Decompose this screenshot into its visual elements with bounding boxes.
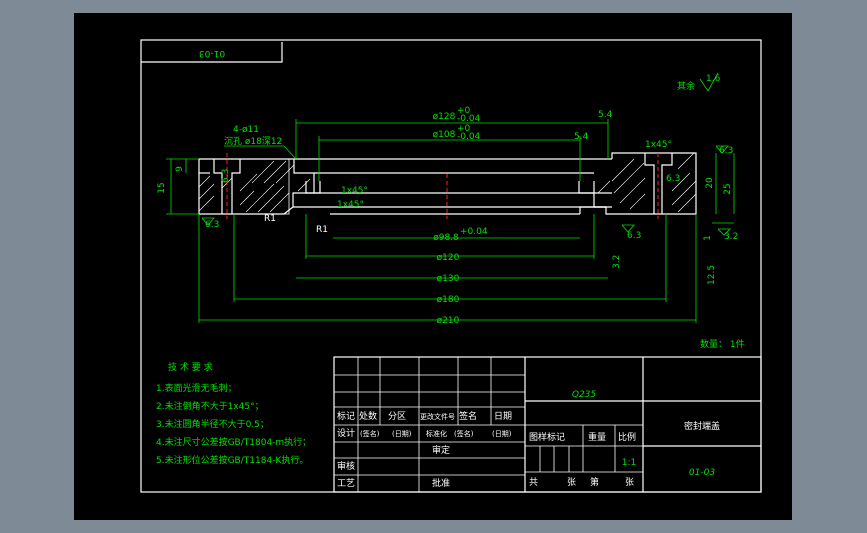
part-section [198,152,697,219]
tb-label-zhuguan: 审定 [432,444,450,456]
tb-label-biaozhunhua: 标准化 [426,429,447,438]
notes-heading: 技 术 要 求 [168,361,213,373]
dim-chamfer-b: 1x45° [337,200,364,210]
note-4: 4.未注尺寸公差按GB/T1804-m执行； [156,436,311,448]
note-2: 2.未注倒角不大于1x45°； [156,400,264,412]
tb-label-shenhe: 审核 [337,460,355,472]
dim-w54a: 5.4 [598,110,613,120]
tb-label-qianming3: (签名) [454,429,474,438]
tb-label-riqi: 日期 [494,411,512,422]
tb-label-biaoji: 标记 [337,410,355,422]
dim-holes: 4-ø11 [233,125,259,135]
dim-chamfer-a: 1x45° [341,186,368,196]
dim-d108-tol-lower: -0.04 [457,132,481,142]
tb-label-sheji: 设计 [337,427,355,439]
rough-125: 12.5 [707,265,717,285]
material-text: Q235 [572,390,597,400]
tb-label-zhongliang: 重量 [588,431,606,443]
rough-32a: 3.2 [724,232,738,242]
dim-r1a: R1 [264,214,276,224]
note-5: 5.未注形位公差按GB/T1184-K执行。 [156,454,308,466]
tb-label-qianming: 签名 [459,410,477,422]
dim-d128-tol-lower: -0.04 [457,114,481,124]
roughness-value: 1.6 [706,74,721,84]
tb-label-gongyi: 工艺 [337,478,355,489]
rough-63e: 6.3 [666,174,680,184]
tb-label-tuyang: 图样标记 [529,431,565,443]
rough-63a: 6.3 [205,220,219,230]
part-name-text: 密封端盖 [684,420,720,432]
rough-63c: 6.3 [719,146,733,156]
tb-label-riqi3: (日期) [492,430,512,438]
tb-label-zhang2: 张 [625,477,634,488]
dim-d98: ø98.8 [433,233,459,243]
dim-d128: ø128 [433,112,456,122]
dim-d98-tol: +0.04 [460,227,488,237]
dim-d108: ø108 [433,130,456,140]
tb-label-gong: 共 [529,477,538,488]
tb-label-bili: 比例 [618,431,636,443]
dim-h1: 1 [703,235,713,241]
tb-label-wenjian: 更改文件号 [420,412,455,421]
rough-63d: 6.3 [221,169,231,183]
tb-label-pizhun: 批准 [432,477,450,489]
drawing-no-text: 01-03 [689,468,715,478]
scale-text: 1:1 [622,458,636,468]
rough-63b: 6.3 [627,231,641,241]
tb-label-fenqu: 分区 [388,411,406,422]
part-number-text: 01-03 [199,48,225,58]
note-3: 3.未注圆角半径不大于0.5； [156,418,269,430]
dim-d130: ø130 [437,274,460,284]
dim-h20: 20 [705,177,715,189]
dim-chamfer-top: 1x45° [645,140,672,150]
dim-d120: ø120 [437,253,460,263]
cad-drawing: 01-03 其余 1.6 ø128 +0 -0.04 ø108 +0 -0.04… [140,39,762,493]
tb-label-qianming2: (签名) [360,429,380,438]
drawing-viewport[interactable]: 01-03 其余 1.6 ø128 +0 -0.04 ø108 +0 -0.04… [74,13,792,520]
dim-d210: ø210 [437,316,460,326]
dim-counterbore: 沉孔 ø18深12 [224,136,282,147]
quantity-label: 数量： 1件 [700,338,745,350]
roughness-note: 其余 [677,80,695,92]
dim-h9: 9 [175,166,185,172]
dim-w54b: 5.4 [574,132,589,142]
tb-label-riqi2: (日期) [392,430,412,438]
dim-h25: 25 [723,183,733,194]
dim-d180: ø180 [437,295,460,305]
note-1: 1.表面光滑无毛刺； [156,382,237,394]
tb-label-chushu: 处数 [359,410,377,422]
tb-label-zhang1: 张 [567,477,576,488]
dim-r1b: R1 [316,225,328,235]
dim-h15: 15 [157,182,167,193]
rough-32b: 3.2 [612,255,622,269]
tb-label-di: 第 [590,476,599,488]
